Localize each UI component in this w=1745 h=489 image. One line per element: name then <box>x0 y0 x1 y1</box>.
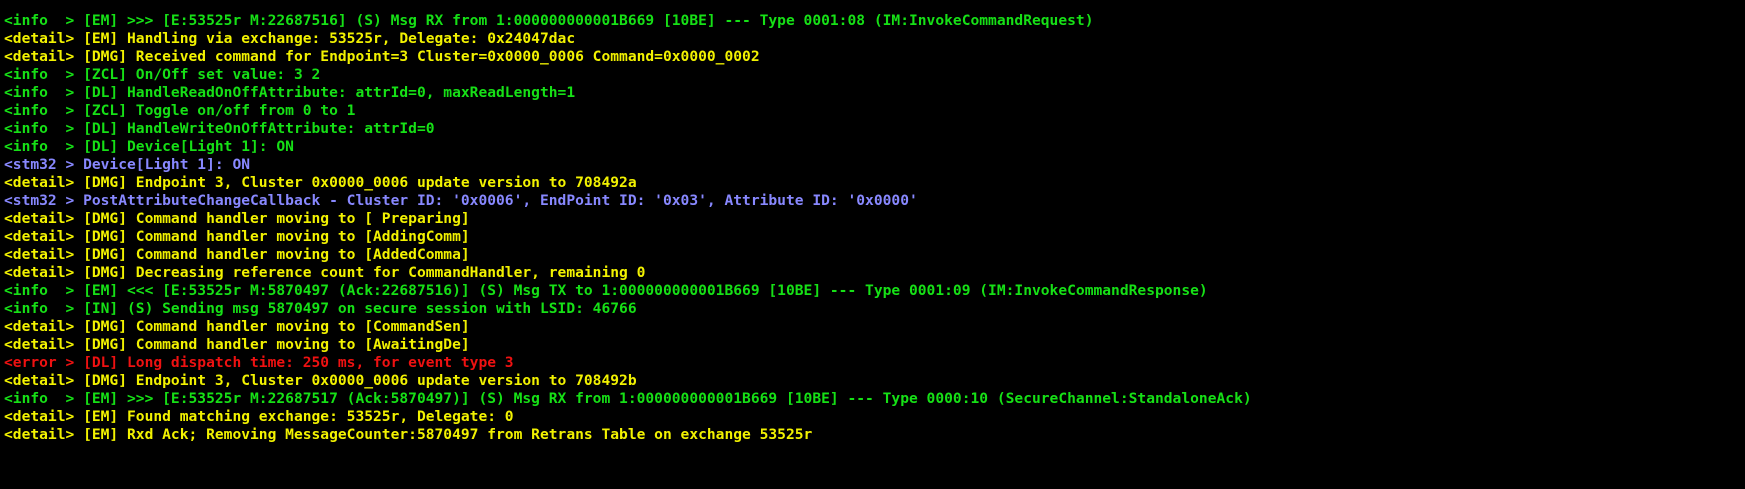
log-line: <info > [DL] HandleWriteOnOffAttribute: … <box>4 120 435 137</box>
log-line: <info > [EM] >>> [E:53525r M:22687516] (… <box>4 12 1094 29</box>
log-line: <info > [ZCL] Toggle on/off from 0 to 1 <box>4 102 356 119</box>
log-line: <detail> [DMG] Received command for Endp… <box>4 48 760 65</box>
log-line: <info > [IN] (S) Sending msg 5870497 on … <box>4 300 637 317</box>
log-line: <detail> [EM] Found matching exchange: 5… <box>4 408 514 425</box>
log-line: <detail> [EM] Handling via exchange: 535… <box>4 30 576 47</box>
log-line: <detail> [DMG] Command handler moving to… <box>4 336 470 353</box>
log-line: <stm32 > PostAttributeChangeCallback - C… <box>4 192 918 209</box>
log-line: <detail> [DMG] Command handler moving to… <box>4 246 470 263</box>
log-line: <info > [EM] <<< [E:53525r M:5870497 (Ac… <box>4 282 1208 299</box>
log-line: <detail> [EM] Rxd Ack; Removing MessageC… <box>4 426 813 443</box>
log-line: <stm32 > Device[Light 1]: ON <box>4 156 251 173</box>
log-line: <info > [EM] >>> [E:53525r M:22687517 (A… <box>4 390 1252 407</box>
log-line: <info > [ZCL] On/Off set value: 3 2 <box>4 66 321 83</box>
log-line: <detail> [DMG] Endpoint 3, Cluster 0x000… <box>4 372 637 389</box>
log-line-error: <error > [DL] Long dispatch time: 250 ms… <box>4 354 514 371</box>
log-line: <info > [DL] Device[Light 1]: ON <box>4 138 294 155</box>
log-line: <detail> [DMG] Decreasing reference coun… <box>4 264 646 281</box>
log-line: <info > [DL] HandleReadOnOffAttribute: a… <box>4 84 576 101</box>
console-output[interactable]: <info > [EM] >>> [E:53525r M:22687516] (… <box>0 0 1745 489</box>
log-line: <detail> [DMG] Command handler moving to… <box>4 210 470 227</box>
log-line: <detail> [DMG] Command handler moving to… <box>4 228 470 245</box>
log-line: <detail> [DMG] Endpoint 3, Cluster 0x000… <box>4 174 637 191</box>
log-line: <detail> [DMG] Command handler moving to… <box>4 318 470 335</box>
